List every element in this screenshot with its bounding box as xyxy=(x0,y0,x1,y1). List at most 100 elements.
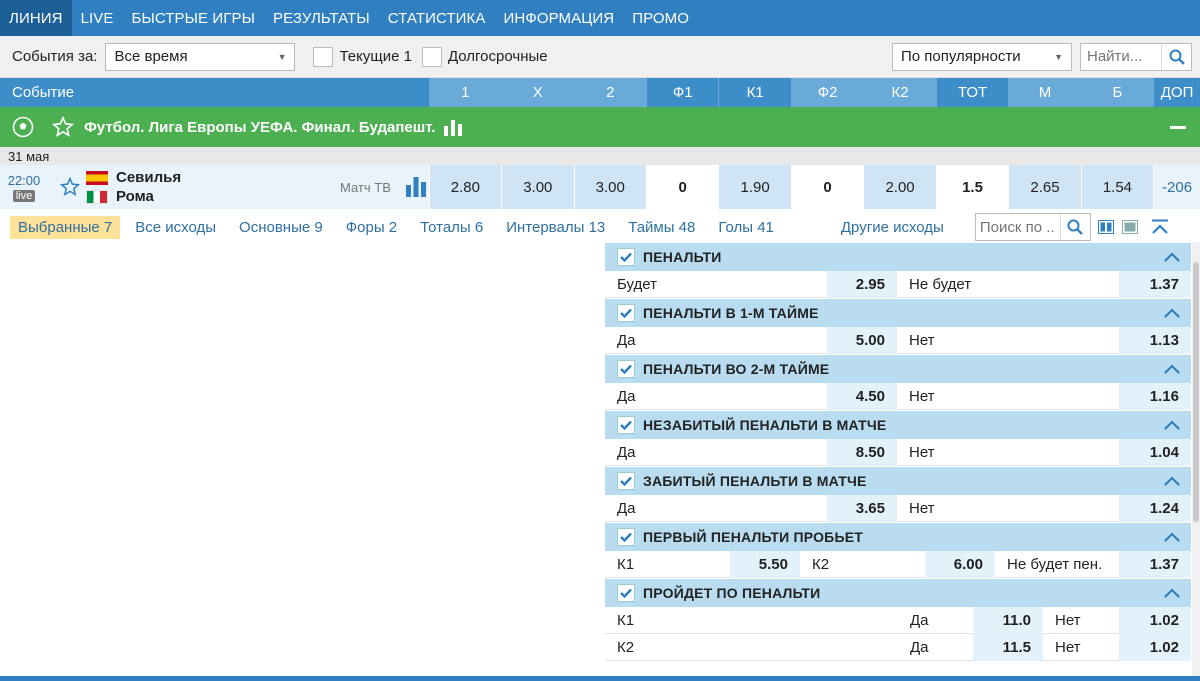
bar-chart-icon[interactable] xyxy=(405,177,427,197)
market-search-button[interactable] xyxy=(1059,214,1090,240)
handicap2-value: 0 xyxy=(790,165,864,209)
one-column-view-icon[interactable] xyxy=(1121,218,1139,236)
chevron-up-icon[interactable] xyxy=(1163,475,1181,487)
outcome-odd[interactable]: 5.50 xyxy=(730,550,800,578)
nav-item-fast-games[interactable]: БЫСТРЫЕ ИГРЫ xyxy=(123,0,264,36)
outcome-odd[interactable]: 1.37 xyxy=(1119,550,1191,578)
period-select[interactable]: Все время ▼ xyxy=(105,42,296,71)
market-header[interactable]: ПЕНАЛЬТИ В 1-М ТАЙМЕ xyxy=(605,298,1191,327)
collapse-icon[interactable] xyxy=(1170,125,1186,129)
market-search-input[interactable] xyxy=(975,214,1060,240)
odd-k2[interactable]: 2.00 xyxy=(863,165,936,209)
outcome-label: Нет xyxy=(1055,638,1081,656)
outcome-odd[interactable]: 1.13 xyxy=(1119,326,1191,354)
odd-win1[interactable]: 2.80 xyxy=(428,165,502,209)
outcome-odd[interactable]: 8.50 xyxy=(827,438,897,466)
tab-other[interactable]: Другие исходы xyxy=(833,216,952,239)
nav-item-promo[interactable]: ПРОМО xyxy=(623,0,698,36)
market-header[interactable]: ПЕНАЛЬТИ ВО 2-М ТАЙМЕ xyxy=(605,354,1191,383)
event-info: 22:00 live Севилья Рома Матч ТВ xyxy=(0,165,429,209)
odd-win2[interactable]: 3.00 xyxy=(573,165,646,209)
outcome-label: Да xyxy=(617,331,636,349)
outcome-odd[interactable]: 1.16 xyxy=(1119,382,1191,410)
search-input[interactable] xyxy=(1081,43,1161,70)
longterm-checkbox-label: Долгосрочные xyxy=(447,48,548,65)
outcome-odd[interactable]: 11.0 xyxy=(973,606,1043,634)
market-header[interactable]: ПЕНАЛЬТИ xyxy=(605,242,1191,271)
outcome-odd[interactable]: 1.04 xyxy=(1119,438,1191,466)
event-row: 22:00 live Севилья Рома Матч ТВ 2.80 3.0… xyxy=(0,165,1200,209)
check-icon[interactable] xyxy=(617,416,635,434)
outcome-odd[interactable]: 1.37 xyxy=(1119,270,1191,298)
extra-markets-count[interactable]: -206 xyxy=(1153,165,1200,209)
chevron-up-icon[interactable] xyxy=(1163,363,1181,375)
chevron-up-icon[interactable] xyxy=(1163,307,1181,319)
check-icon[interactable] xyxy=(617,584,635,602)
market-header[interactable]: ЗАБИТЫЙ ПЕНАЛЬТИ В МАТЧЕ xyxy=(605,466,1191,495)
search-button[interactable] xyxy=(1161,43,1191,70)
nav-item-results[interactable]: РЕЗУЛЬТАТЫ xyxy=(264,0,379,36)
tab-all[interactable]: Все исходы xyxy=(127,216,224,239)
longterm-checkbox[interactable]: Долгосрочные xyxy=(421,46,548,67)
check-icon[interactable] xyxy=(617,360,635,378)
check-icon[interactable] xyxy=(617,304,635,322)
market-header[interactable]: ПРОЙДЕТ ПО ПЕНАЛЬТИ xyxy=(605,578,1191,607)
tab-intervals[interactable]: Интервалы 13 xyxy=(498,216,613,239)
star-icon[interactable] xyxy=(52,116,74,138)
chevron-up-icon[interactable] xyxy=(1163,587,1181,599)
market-title: ПРОЙДЕТ ПО ПЕНАЛЬТИ xyxy=(643,585,821,601)
check-icon[interactable] xyxy=(617,472,635,490)
outcome-odd[interactable]: 5.00 xyxy=(827,326,897,354)
market-header[interactable]: ПЕРВЫЙ ПЕНАЛЬТИ ПРОБЬЕТ xyxy=(605,522,1191,551)
team-home: Севилья xyxy=(116,169,182,186)
outcome-odd[interactable]: 1.24 xyxy=(1119,494,1191,522)
tab-goals[interactable]: Голы 41 xyxy=(710,216,782,239)
chevron-up-icon[interactable] xyxy=(1163,419,1181,431)
tab-handicaps[interactable]: Форы 2 xyxy=(338,216,405,239)
nav-item-line[interactable]: ЛИНИЯ xyxy=(0,0,72,36)
two-column-view-icon[interactable] xyxy=(1097,218,1115,236)
outcome-label: Да xyxy=(910,611,929,629)
star-icon[interactable] xyxy=(60,177,80,197)
odd-over[interactable]: 1.54 xyxy=(1080,165,1154,209)
teams[interactable]: Севилья Рома xyxy=(86,168,181,206)
nav-item-statistics[interactable]: СТАТИСТИКА xyxy=(379,0,495,36)
current-checkbox[interactable]: Текущие 1 xyxy=(313,46,412,67)
outcome-odd[interactable]: 11.5 xyxy=(973,633,1043,661)
market-row: К2 Да 11.5 Нет 1.02 xyxy=(605,633,1191,661)
chevron-up-icon[interactable] xyxy=(1163,531,1181,543)
odd-draw[interactable]: 3.00 xyxy=(501,165,574,209)
col-header-under: М xyxy=(1008,78,1081,107)
nav-item-information[interactable]: ИНФОРМАЦИЯ xyxy=(495,0,624,36)
search-icon xyxy=(1169,49,1185,65)
outcome-odd[interactable]: 4.50 xyxy=(827,382,897,410)
outcome-odd[interactable]: 6.00 xyxy=(925,550,995,578)
nav-item-live[interactable]: LIVE xyxy=(72,0,123,36)
tab-selected[interactable]: Выбранные 7 xyxy=(10,215,121,239)
odd-under[interactable]: 2.65 xyxy=(1008,165,1081,209)
stats-icon[interactable] xyxy=(443,118,463,136)
sort-select[interactable]: По популярности ▼ xyxy=(892,42,1072,71)
market-header[interactable]: НЕЗАБИТЫЙ ПЕНАЛЬТИ В МАТЧЕ xyxy=(605,410,1191,439)
outcome-odd[interactable]: 1.02 xyxy=(1119,633,1191,661)
scrollbar[interactable] xyxy=(1192,242,1200,681)
tab-halves[interactable]: Таймы 48 xyxy=(620,216,703,239)
market-row: К1 Да 11.0 Нет 1.02 xyxy=(605,606,1191,634)
outcome-odd[interactable]: 2.95 xyxy=(827,270,897,298)
chevron-up-icon[interactable] xyxy=(1163,251,1181,263)
category-header[interactable]: Футбол. Лига Европы УЕФА. Финал. Будапеш… xyxy=(0,107,1200,147)
outcome-odd[interactable]: 1.02 xyxy=(1119,606,1191,634)
checkbox-box[interactable] xyxy=(313,46,334,67)
tab-main[interactable]: Основные 9 xyxy=(231,216,331,239)
outcome-odd[interactable]: 3.65 xyxy=(827,494,897,522)
check-icon[interactable] xyxy=(617,248,635,266)
check-icon[interactable] xyxy=(617,528,635,546)
period-select-value: Все время xyxy=(114,48,188,65)
checkbox-box[interactable] xyxy=(421,46,442,67)
collapse-all-icon[interactable] xyxy=(1151,218,1169,236)
col-header-extra: ДОП xyxy=(1153,78,1200,107)
odd-k1[interactable]: 1.90 xyxy=(718,165,791,209)
scrollbar-thumb[interactable] xyxy=(1193,262,1199,522)
tab-totals[interactable]: Тоталы 6 xyxy=(412,216,491,239)
total-value: 1.5 xyxy=(935,165,1009,209)
